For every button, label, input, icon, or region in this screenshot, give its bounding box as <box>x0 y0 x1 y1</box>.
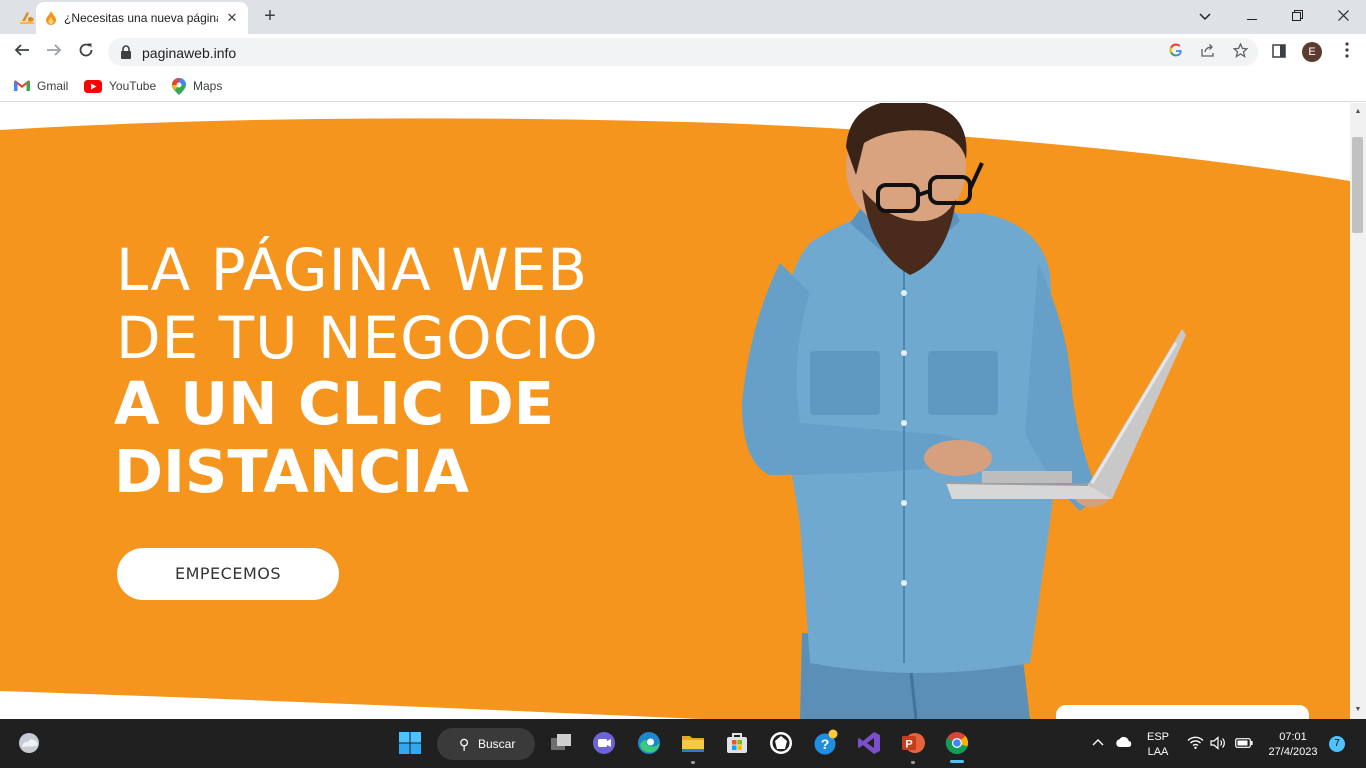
youtube-icon <box>84 79 102 93</box>
search-label: Buscar <box>478 737 516 751</box>
edge-icon[interactable] <box>635 729 663 757</box>
taskbar-search[interactable]: ⚲ Buscar <box>437 728 535 760</box>
scroll-thumb[interactable] <box>1352 137 1363 233</box>
widgets-icon[interactable] <box>15 729 43 757</box>
bookmark-gmail[interactable]: Gmail <box>14 76 68 96</box>
page-viewport: LA PÁGINA WEB DE TU NEGOCIO A UN CLIC DE… <box>0 103 1350 719</box>
windows-taskbar: ⚲ Buscar ? P ESP LAA 07:01 27/4/2023 7 <box>0 719 1366 768</box>
help-icon[interactable]: ? <box>811 729 839 757</box>
maps-icon <box>172 77 186 95</box>
gmail-icon <box>14 80 30 91</box>
tab-strip: ¿Necesitas una nueva página web? ✕ + <box>0 0 1366 34</box>
visual-studio-icon[interactable] <box>855 729 883 757</box>
hero-headline-line-1: LA PÁGINA WEB <box>116 236 589 304</box>
forward-button[interactable] <box>41 39 67 65</box>
chrome-icon[interactable] <box>943 729 971 757</box>
teams-icon[interactable] <box>590 729 618 757</box>
hero-headline-line-3: A UN CLIC DE <box>114 369 554 438</box>
onedrive-cloud-icon[interactable] <box>1115 736 1133 748</box>
bookmark-youtube[interactable]: YouTube <box>84 76 156 96</box>
active-app-indicator <box>950 760 964 763</box>
bookmark-label: YouTube <box>109 79 157 93</box>
share-icon[interactable] <box>1199 43 1217 61</box>
hero-headline-line-4: DISTANCIA <box>114 437 470 506</box>
bookmark-maps[interactable]: Maps <box>172 76 222 96</box>
scroll-up-arrow-icon[interactable]: ▲ <box>1350 105 1366 119</box>
profile-avatar[interactable]: E <box>1302 42 1322 62</box>
windows-start-icon[interactable] <box>396 729 424 757</box>
page-scrollbar[interactable]: ▲ ▼ <box>1350 103 1366 719</box>
input-language-indicator[interactable]: ESP LAA <box>1143 730 1173 760</box>
back-button[interactable] <box>9 39 35 65</box>
floating-white-card <box>1056 705 1309 719</box>
language-code: ESP <box>1146 731 1169 743</box>
bookmark-star-icon[interactable] <box>1231 42 1249 61</box>
lock-icon[interactable] <box>120 45 132 59</box>
bookmark-label: Maps <box>193 79 223 93</box>
reload-button[interactable] <box>73 39 99 65</box>
bookmarks-bar: Gmail YouTube Maps <box>0 70 1366 102</box>
new-tab-button[interactable]: + <box>258 5 282 29</box>
battery-icon[interactable] <box>1235 738 1253 748</box>
minimize-button[interactable] <box>1238 5 1266 27</box>
restore-button[interactable] <box>1283 5 1311 27</box>
clock-date: 27/4/2023 <box>1268 746 1318 758</box>
browser-toolbar: paginaweb.info E <box>0 34 1366 70</box>
address-bar[interactable]: paginaweb.info <box>108 38 1258 66</box>
notification-badge[interactable]: 7 <box>1329 736 1345 752</box>
app-icon[interactable] <box>767 729 795 757</box>
task-view-icon[interactable] <box>547 729 575 757</box>
scroll-down-arrow-icon[interactable]: ▼ <box>1350 703 1366 717</box>
hero-headline-line-2: DE TU NEGOCIO <box>116 304 599 372</box>
bookmark-label: Gmail <box>37 79 69 93</box>
close-window-button[interactable] <box>1329 5 1357 27</box>
site-app-icon[interactable] <box>19 9 37 25</box>
wifi-icon[interactable] <box>1187 736 1204 749</box>
url-text[interactable]: paginaweb.info <box>142 45 236 61</box>
flame-icon <box>46 11 56 25</box>
volume-icon[interactable] <box>1210 736 1226 750</box>
svg-text:?: ? <box>821 736 830 752</box>
taskbar-clock[interactable]: 07:01 27/4/2023 <box>1262 730 1324 760</box>
running-indicator <box>691 761 695 764</box>
chrome-menu-icon[interactable] <box>1334 39 1360 65</box>
tab-close-icon[interactable]: ✕ <box>224 10 240 26</box>
keyboard-layout: LAA <box>1147 746 1169 758</box>
powerpoint-icon[interactable]: P <box>899 729 927 757</box>
active-tab[interactable]: ¿Necesitas una nueva página web? ✕ <box>36 2 248 34</box>
google-lens-icon[interactable] <box>1167 43 1185 61</box>
side-panel-icon[interactable] <box>1266 39 1292 65</box>
running-indicator <box>911 761 915 764</box>
empecemos-button[interactable]: EMPECEMOS <box>117 548 339 600</box>
tab-search-chevron-icon[interactable] <box>1191 5 1219 27</box>
file-explorer-icon[interactable] <box>679 729 707 757</box>
man-with-laptop-image <box>742 103 1186 719</box>
show-hidden-icons-chevron-icon[interactable] <box>1092 734 1104 749</box>
search-icon: ⚲ <box>459 736 470 752</box>
svg-text:P: P <box>905 739 912 751</box>
tab-title: ¿Necesitas una nueva página web? <box>64 11 218 25</box>
clock-time: 07:01 <box>1279 731 1307 743</box>
store-icon[interactable] <box>723 729 751 757</box>
